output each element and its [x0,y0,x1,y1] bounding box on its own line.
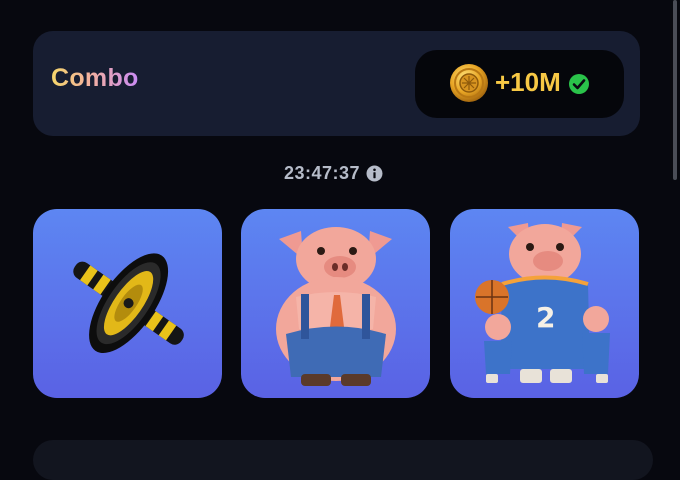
coin-icon [450,64,488,102]
check-circle-icon [569,74,589,94]
countdown-timer: 23:47:37 [284,162,361,183]
combo-card-1[interactable] [33,209,222,398]
info-icon[interactable] [366,165,383,182]
combo-card-2[interactable] [241,209,430,398]
combo-card-3[interactable]: 2 [450,209,639,398]
page-scrollbar[interactable] [673,0,677,180]
basketball-pig-family-icon: 2 [475,223,610,383]
next-panel [33,440,653,480]
pig-in-overalls-icon [276,227,396,386]
combo-timer: 23:47:37 [284,162,383,184]
ab-roller-icon [73,253,184,353]
svg-text:2: 2 [536,301,555,334]
combo-reward-amount: +10M [495,67,561,97]
combo-title: Combo [51,64,139,92]
